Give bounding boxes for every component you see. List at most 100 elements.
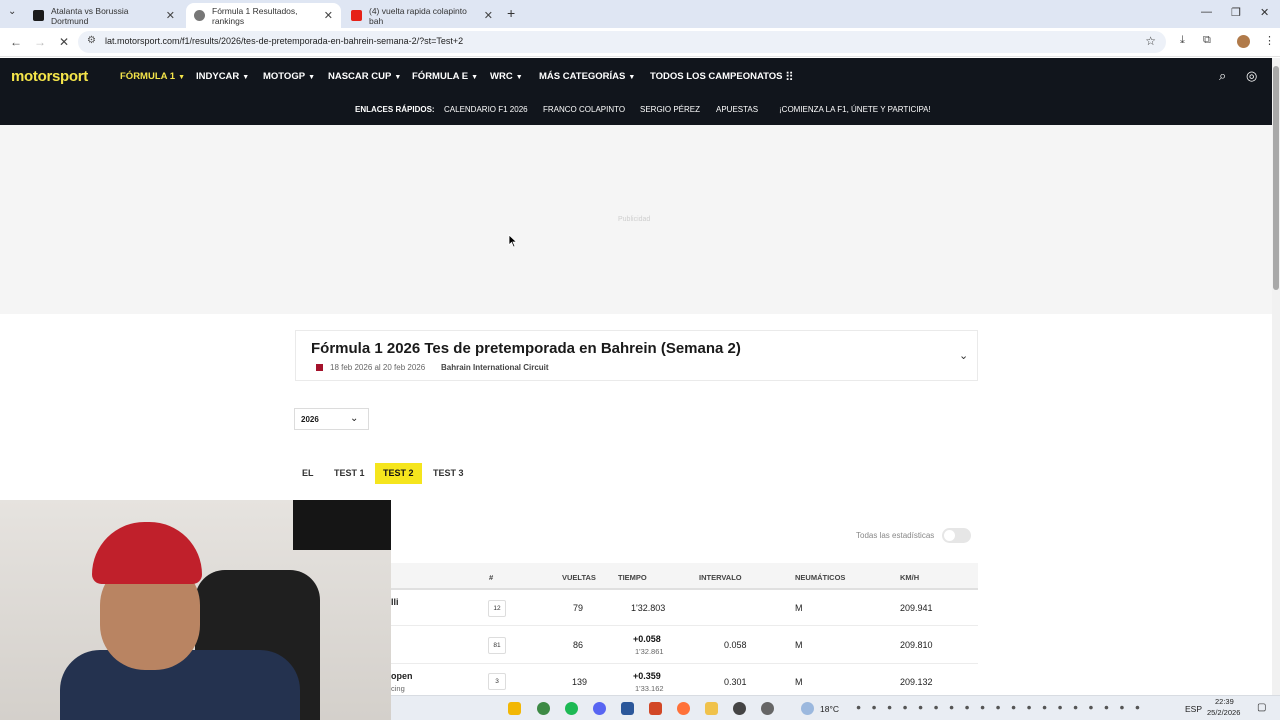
spotify-icon[interactable] bbox=[565, 702, 578, 715]
tab-test-1[interactable]: TEST 1 bbox=[326, 463, 373, 484]
event-header-card[interactable]: Fórmula 1 2026 Tes de pretemporada en Ba… bbox=[295, 330, 978, 381]
ad-label: Publicidad bbox=[618, 216, 651, 223]
nav-formula-e[interactable]: FÓRMULA E ▼ bbox=[412, 71, 478, 82]
url-text[interactable]: lat.motorsport.com/f1/results/2026/tes-d… bbox=[105, 36, 463, 46]
close-icon[interactable]: ✕ bbox=[324, 9, 333, 22]
time-value: 1'32.803 bbox=[631, 603, 666, 613]
interval-value: 0.058 bbox=[724, 640, 747, 650]
tab-list-icon[interactable]: ⌄ bbox=[8, 6, 16, 17]
mouse-cursor-icon bbox=[508, 234, 518, 248]
header-interval[interactable]: INTERVALO bbox=[699, 573, 742, 582]
notification-icon[interactable]: ▢ bbox=[1257, 702, 1266, 713]
all-stats-label: Todas las estadísticas bbox=[856, 531, 935, 540]
browser-tab-1[interactable]: Atalanta vs Borussia Dortmund ✕ bbox=[25, 3, 183, 28]
driver-name[interactable]: open bbox=[391, 671, 413, 681]
scrollbar-thumb[interactable] bbox=[1273, 66, 1279, 290]
time-gap: +0.058 bbox=[633, 634, 661, 644]
user-account-icon[interactable]: ◎ bbox=[1246, 68, 1257, 84]
search-icon[interactable]: ⌕ bbox=[1219, 68, 1226, 84]
weather-icon bbox=[801, 702, 814, 715]
app-icon[interactable] bbox=[761, 702, 774, 715]
quick-link-colapinto[interactable]: FRANCO COLAPINTO bbox=[543, 105, 625, 114]
grid-menu-icon[interactable]: ⠿ bbox=[785, 70, 794, 84]
tab-test-2[interactable]: TEST 2 bbox=[375, 463, 422, 484]
nav-formula-1[interactable]: FÓRMULA 1 ▼ bbox=[120, 71, 185, 82]
laps-value: 86 bbox=[573, 640, 584, 650]
discord-icon[interactable] bbox=[593, 702, 606, 715]
ad-slot: Publicidad bbox=[0, 125, 1272, 314]
tab-title: Atalanta vs Borussia Dortmund bbox=[51, 5, 129, 26]
quick-link-calendar[interactable]: CALENDARIO F1 2026 bbox=[444, 105, 528, 114]
page-scrollbar[interactable] bbox=[1272, 58, 1280, 695]
header-tyres[interactable]: NEUMÁTICOS bbox=[795, 573, 845, 582]
background-monitor bbox=[293, 500, 391, 550]
time-value: 1'32.861 bbox=[635, 647, 664, 656]
car-number: 3 bbox=[488, 673, 506, 690]
nav-motogp[interactable]: MOTOGP ▼ bbox=[263, 71, 315, 82]
tray-icons[interactable]: ● ● ● ● ● ● ● ● ● ● ● ● ● ● ● ● ● ● ● bbox=[856, 702, 1144, 712]
site-logo[interactable]: motorsport bbox=[11, 68, 88, 85]
nav-wrc[interactable]: WRC ▼ bbox=[490, 71, 523, 82]
webcam-overlay bbox=[0, 500, 391, 720]
tab-test-3[interactable]: TEST 3 bbox=[425, 463, 472, 484]
profile-avatar[interactable] bbox=[1237, 35, 1250, 48]
header-laps[interactable]: VUELTAS bbox=[562, 573, 596, 582]
window-close-icon[interactable]: ✕ bbox=[1260, 6, 1269, 19]
menu-icon[interactable]: ⋮ bbox=[1264, 34, 1275, 47]
nav-nascar-cup[interactable]: NASCAR CUP ▼ bbox=[328, 71, 401, 82]
restore-icon[interactable]: ❐ bbox=[1231, 6, 1241, 19]
word-icon[interactable] bbox=[621, 702, 634, 715]
driver-name[interactable]: lli bbox=[391, 597, 399, 607]
clock-time[interactable]: 22:39 bbox=[1215, 697, 1234, 706]
minimize-icon[interactable]: — bbox=[1201, 6, 1212, 18]
youtube-icon bbox=[351, 10, 362, 21]
address-bar[interactable]: ⚙ lat.motorsport.com/f1/results/2026/tes… bbox=[78, 31, 1166, 53]
browser-toolbar: ← → ✕ ⚙ lat.motorsport.com/f1/results/20… bbox=[0, 28, 1280, 57]
site-info-icon[interactable]: ⚙ bbox=[87, 35, 96, 46]
tyre-value: M bbox=[795, 640, 803, 650]
obs-icon[interactable] bbox=[733, 702, 746, 715]
all-stats-toggle[interactable] bbox=[942, 528, 971, 543]
forward-icon[interactable]: → bbox=[34, 35, 46, 49]
back-icon[interactable]: ← bbox=[10, 35, 22, 49]
quick-link-perez[interactable]: SERGIO PÉREZ bbox=[640, 105, 700, 114]
language-indicator[interactable]: ESP bbox=[1185, 704, 1202, 714]
site-header: motorsport FÓRMULA 1 ▼ INDYCAR ▼ MOTOGP ▼ N… bbox=[0, 58, 1272, 125]
header-number[interactable]: # bbox=[489, 573, 493, 582]
firefox-icon[interactable] bbox=[677, 702, 690, 715]
file-explorer-icon[interactable] bbox=[705, 702, 718, 715]
powerpoint-icon[interactable] bbox=[649, 702, 662, 715]
tab-title: Fórmula 1 Resultados, rankings bbox=[212, 5, 298, 26]
nav-all-championships[interactable]: TODOS LOS CAMPEONATOS bbox=[650, 71, 783, 82]
quick-link-join[interactable]: ¡COMIENZA LA F1, ÚNETE Y PARTICIPA! bbox=[779, 105, 931, 114]
clock-date[interactable]: 25/2/2026 bbox=[1207, 708, 1240, 717]
stop-loading-icon[interactable]: ✕ bbox=[59, 35, 69, 49]
extensions-icon[interactable]: ⧉ bbox=[1203, 34, 1211, 47]
table-row[interactable]: lli 12 79 1'32.803 M 209.941 bbox=[295, 592, 978, 626]
chrome-icon[interactable] bbox=[537, 702, 550, 715]
close-icon[interactable]: ✕ bbox=[166, 9, 175, 22]
tyre-value: M bbox=[795, 677, 803, 687]
browser-tab-3[interactable]: (4) vuelta rapida colapinto bah ✕ bbox=[343, 3, 501, 28]
close-icon[interactable]: ✕ bbox=[484, 9, 493, 22]
table-row[interactable]: open cing 3 139 +0.359 1'33.162 0.301 M … bbox=[295, 665, 978, 697]
chevron-down-icon: ▼ bbox=[471, 74, 479, 81]
bookmark-star-icon[interactable]: ☆ bbox=[1145, 34, 1156, 48]
laps-value: 79 bbox=[573, 603, 584, 613]
year-select[interactable]: 2026 ⌄ bbox=[294, 408, 369, 430]
quick-link-bets[interactable]: APUESTAS bbox=[716, 105, 758, 114]
weather-temp[interactable]: 18°C bbox=[820, 704, 839, 714]
table-row[interactable]: 81 86 +0.058 1'32.861 0.058 M 209.810 bbox=[295, 627, 978, 664]
search-favicon-icon bbox=[194, 10, 205, 21]
new-tab-icon[interactable]: + bbox=[507, 5, 515, 21]
header-speed[interactable]: KM/H bbox=[900, 573, 919, 582]
nav-indycar[interactable]: INDYCAR ▼ bbox=[196, 71, 249, 82]
header-time[interactable]: TIEMPO bbox=[618, 573, 647, 582]
browser-tab-2[interactable]: Fórmula 1 Resultados, rankings ✕ bbox=[186, 3, 341, 28]
tab-el[interactable]: EL bbox=[294, 463, 322, 484]
nav-more-categories[interactable]: MÁS CATEGORÍAS ▼ bbox=[539, 71, 635, 82]
interval-value: 0.301 bbox=[724, 677, 747, 687]
calendar-app-icon[interactable] bbox=[508, 702, 521, 715]
download-icon[interactable]: ⤓ bbox=[1180, 34, 1185, 47]
chevron-down-icon[interactable]: ⌄ bbox=[959, 349, 968, 362]
